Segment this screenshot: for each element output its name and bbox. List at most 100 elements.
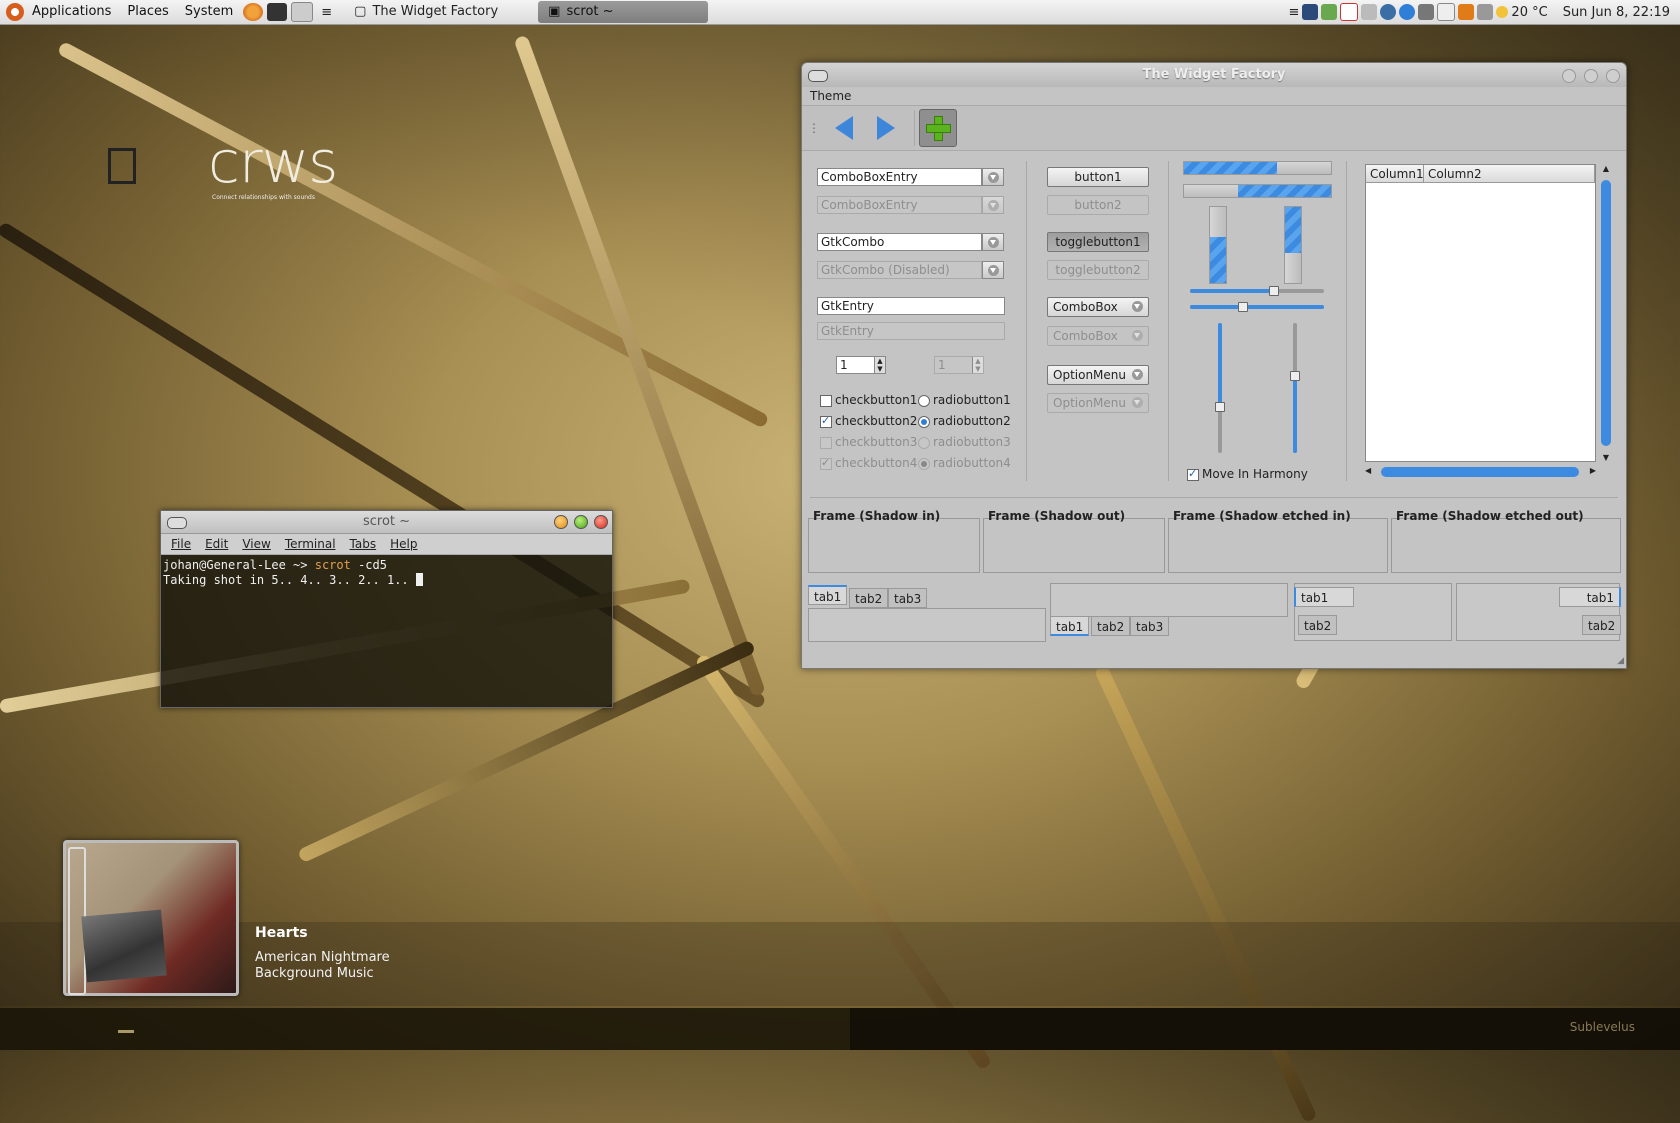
scale-horizontal-1[interactable]: [1190, 286, 1324, 296]
forward-button[interactable]: [868, 110, 904, 146]
window-titlebar[interactable]: The Widget Factory: [802, 63, 1626, 87]
menu-terminal[interactable]: Terminal: [285, 537, 336, 551]
button1[interactable]: button1: [1047, 167, 1149, 187]
display-icon[interactable]: [1418, 4, 1435, 20]
scrollbar-thumb[interactable]: [1601, 180, 1611, 446]
task-scrot-terminal[interactable]: ▣ scrot ~: [538, 1, 709, 23]
battery-icon[interactable]: [1361, 4, 1378, 20]
tab-bottom-3[interactable]: tab3: [1130, 616, 1170, 636]
menu-theme[interactable]: Theme: [810, 89, 851, 103]
scale-vertical-2[interactable]: [1290, 323, 1300, 453]
clock[interactable]: Sun Jun 8, 22:19: [1563, 5, 1670, 20]
firefox-launcher-icon[interactable]: [243, 3, 264, 21]
update-icon[interactable]: [1399, 4, 1416, 20]
tray-handle-icon[interactable]: ≡: [1289, 5, 1300, 20]
tools-icon[interactable]: [1458, 4, 1475, 20]
scroll-up-icon[interactable]: ▲: [1600, 164, 1612, 173]
radiobutton2[interactable]: [918, 416, 930, 428]
minimize-button[interactable]: [1562, 69, 1576, 83]
tree-view[interactable]: Column1 Column2: [1365, 164, 1596, 462]
gmail-icon[interactable]: [1340, 3, 1359, 21]
show-desktop-icon[interactable]: [118, 1030, 134, 1033]
option-menu[interactable]: OptionMenu: [1047, 365, 1149, 385]
close-button[interactable]: [594, 515, 608, 529]
scale-knob[interactable]: [1290, 371, 1300, 381]
task-widget-factory[interactable]: ▢ The Widget Factory: [344, 1, 508, 23]
scroll-down-icon[interactable]: ▼: [1600, 453, 1612, 462]
scroll-left-icon[interactable]: ◀: [1365, 466, 1371, 475]
scale-knob[interactable]: [1238, 302, 1248, 312]
terminal-screen[interactable]: johan@General-Lee ~> scrot -cd5 Taking s…: [161, 555, 612, 591]
tab-left-2[interactable]: tab2: [1298, 615, 1338, 635]
globe-icon[interactable]: [1380, 4, 1397, 20]
weather-temp[interactable]: 20 °C: [1511, 5, 1547, 20]
vertical-scrollbar[interactable]: ▲ ▼: [1600, 164, 1612, 462]
togglebutton1[interactable]: togglebutton1: [1047, 232, 1149, 252]
radiobutton1[interactable]: [918, 395, 930, 407]
move-in-harmony-check[interactable]: [1187, 467, 1199, 481]
terminal-launcher-icon[interactable]: [267, 3, 288, 21]
menu-tabs[interactable]: Tabs: [350, 537, 377, 551]
tab-right-1[interactable]: tab1: [1559, 587, 1621, 607]
network-icon[interactable]: [1321, 4, 1338, 20]
user-icon[interactable]: [1302, 4, 1319, 20]
menu-applications[interactable]: Applications: [24, 0, 119, 24]
tab-top-2[interactable]: tab2: [849, 588, 889, 608]
back-button[interactable]: [826, 110, 862, 146]
frame-title: Frame (Shadow out): [988, 509, 1126, 523]
calendar-icon[interactable]: [1437, 3, 1456, 21]
scrollbar-thumb[interactable]: [1381, 467, 1579, 477]
gtk-combo-disabled: GtkCombo (Disabled): [817, 261, 982, 279]
spin-button[interactable]: 1 ▲ ▼: [836, 356, 886, 374]
combobox[interactable]: ComboBox: [1047, 297, 1149, 317]
gtk-entry[interactable]: GtkEntry: [817, 297, 1005, 315]
terminal-titlebar[interactable]: scrot ~: [161, 511, 612, 534]
scale-vertical-1[interactable]: [1215, 323, 1225, 453]
scale-horizontal-2[interactable]: [1190, 302, 1324, 312]
screenshot-launcher-icon[interactable]: [291, 2, 314, 22]
menu-edit[interactable]: Edit: [205, 537, 228, 551]
column-header-2[interactable]: Column2: [1424, 165, 1595, 183]
maximize-button[interactable]: [574, 515, 588, 529]
scale-knob[interactable]: [1269, 286, 1279, 296]
tab-top-1[interactable]: tab1: [808, 585, 848, 605]
add-button[interactable]: [919, 109, 957, 147]
weather-sun-icon[interactable]: [1496, 6, 1509, 18]
tab-bottom-1[interactable]: tab1: [1050, 616, 1090, 636]
scale-knob[interactable]: [1215, 402, 1225, 412]
maximize-button[interactable]: [1584, 69, 1598, 83]
tab-top-3[interactable]: tab3: [888, 588, 928, 608]
tab-bottom-2[interactable]: tab2: [1091, 616, 1131, 636]
tab-right-2[interactable]: tab2: [1582, 615, 1622, 635]
checkbutton1[interactable]: [820, 395, 832, 407]
menu-system[interactable]: System: [177, 0, 241, 24]
combo-box-entry[interactable]: ComboBoxEntry: [817, 168, 982, 186]
toolbar-handle-icon[interactable]: ⋮: [808, 121, 820, 135]
menu-view[interactable]: View: [242, 537, 270, 551]
ubuntu-logo-icon[interactable]: [6, 3, 24, 21]
scroll-right-icon[interactable]: ▶: [1590, 466, 1596, 475]
gtk-combo-dropdown[interactable]: [982, 233, 1004, 251]
radiobutton3-label: radiobutton3: [933, 435, 1011, 449]
album-cover[interactable]: [63, 840, 239, 996]
volume-icon[interactable]: [1477, 4, 1494, 20]
column-header-1[interactable]: Column1: [1366, 165, 1424, 183]
gtk-combo[interactable]: GtkCombo: [817, 233, 982, 251]
combobox-disabled: ComboBox: [1047, 326, 1149, 346]
menu-help[interactable]: Help: [390, 537, 417, 551]
menu-places[interactable]: Places: [119, 0, 176, 24]
minimize-button[interactable]: [554, 515, 568, 529]
window-list-handle-icon[interactable]: ≡: [321, 5, 332, 20]
close-button[interactable]: [1606, 69, 1620, 83]
spin-arrows-icon[interactable]: ▲ ▼: [874, 357, 885, 373]
horizontal-scrollbar[interactable]: ◀ ▶: [1365, 466, 1596, 478]
toolbar-separator: [914, 110, 915, 146]
combo-box-entry-dropdown[interactable]: [982, 168, 1004, 186]
option-menu-disabled: OptionMenu: [1047, 393, 1149, 413]
checkbutton2[interactable]: [820, 414, 832, 428]
chevron-down-icon: [987, 199, 999, 211]
menu-file[interactable]: File: [171, 537, 191, 551]
terminal-line: johan@General-Lee ~> scrot -cd5: [163, 558, 610, 573]
resize-grip-icon[interactable]: ◢: [1617, 656, 1624, 666]
tab-left-1[interactable]: tab1: [1294, 587, 1354, 607]
